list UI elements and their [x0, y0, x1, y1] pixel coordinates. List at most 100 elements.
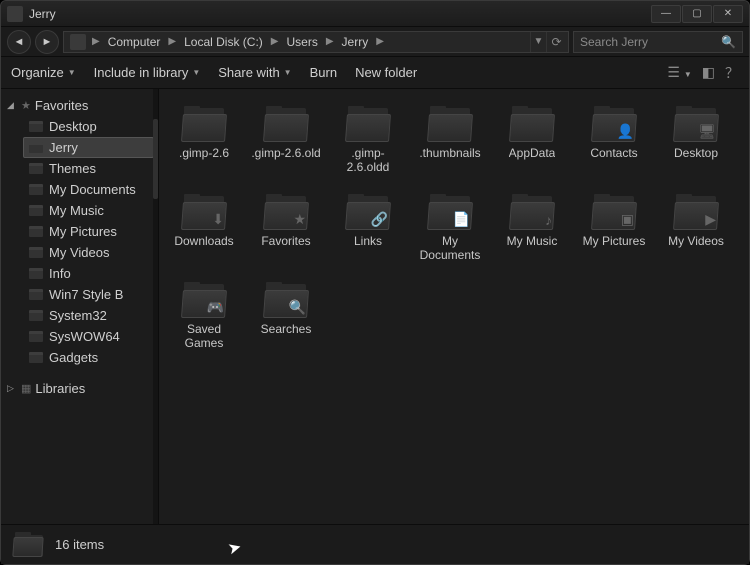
folder-item[interactable]: ▣My Pictures	[575, 185, 653, 269]
view-options-button[interactable]: ☰ ▼	[667, 64, 691, 81]
folder-item[interactable]: ★Favorites	[247, 185, 325, 269]
search-input[interactable]	[580, 35, 717, 49]
search-box[interactable]: 🔍	[573, 31, 743, 53]
sidebar-item-system32[interactable]: System32	[1, 305, 158, 326]
item-label: Links	[354, 234, 382, 248]
item-label: Favorites	[261, 234, 310, 248]
sidebar-item-label: Gadgets	[49, 350, 98, 365]
sidebar-scrollbar[interactable]	[153, 89, 158, 524]
overlay-icon: ▶	[705, 211, 716, 228]
minimize-button[interactable]: —	[651, 5, 681, 23]
folder-icon: 🎮	[180, 280, 228, 320]
sidebar: ◢ ★ Favorites Desktop JerryThemes My Docum…	[1, 89, 159, 524]
folder-icon	[29, 163, 43, 174]
folder-icon	[29, 142, 43, 153]
caret-down-icon: ▼	[68, 68, 76, 77]
sidebar-item-gadgets[interactable]: Gadgets	[1, 347, 158, 368]
sidebar-item-info[interactable]: Info	[1, 263, 158, 284]
folder-icon: 👤	[590, 104, 638, 144]
new-folder-button[interactable]: New folder	[355, 65, 417, 80]
items-grid: .gimp-2.6 .gimp-2.6.old .gimp-2.6.oldd.thu…	[165, 97, 743, 357]
library-icon: ▦	[21, 382, 31, 395]
include-in-library-menu[interactable]: Include in library▼	[94, 65, 201, 80]
status-count: 16 items	[55, 537, 104, 552]
status-folder-icon	[11, 531, 43, 559]
sidebar-item-desktop[interactable]: Desktop	[1, 116, 158, 137]
crumb-users[interactable]: Users	[280, 35, 323, 49]
content-pane[interactable]: .gimp-2.6 .gimp-2.6.old .gimp-2.6.oldd.thu…	[159, 89, 749, 524]
help-button[interactable]: ？	[725, 63, 739, 83]
sidebar-item-jerry[interactable]: Jerry	[23, 137, 154, 158]
folder-icon	[29, 226, 43, 237]
sidebar-item-my-documents[interactable]: My Documents	[1, 179, 158, 200]
folder-item[interactable]: AppData	[493, 97, 571, 181]
item-label: Saved Games	[168, 322, 240, 350]
breadcrumb[interactable]: ▶ Computer ▶ Local Disk (C:) ▶ Users ▶ J…	[63, 31, 569, 53]
folder-item[interactable]: ♪My Music	[493, 185, 571, 269]
folder-item[interactable]: ⬇Downloads	[165, 185, 243, 269]
burn-label: Burn	[310, 65, 337, 80]
close-button[interactable]: ✕	[713, 5, 743, 23]
favorites-header[interactable]: ◢ ★ Favorites	[1, 95, 158, 116]
folder-icon	[29, 121, 43, 132]
folder-item[interactable]: ▶My Videos	[657, 185, 735, 269]
sidebar-item-label: Info	[49, 266, 71, 281]
chevron-right-icon[interactable]: ▶	[90, 36, 102, 47]
app-icon	[7, 6, 23, 22]
folder-item[interactable]: 👤 Contacts	[575, 97, 653, 181]
breadcrumb-dropdown[interactable]: ▼	[530, 32, 546, 52]
sidebar-item-label: My Music	[49, 203, 104, 218]
sidebar-item-label: Desktop	[49, 119, 97, 134]
refresh-button[interactable]: ⟳	[546, 32, 566, 52]
crumb-computer[interactable]: Computer	[102, 35, 167, 49]
item-label: My Pictures	[583, 234, 646, 248]
body: ◢ ★ Favorites Desktop JerryThemes My Docum…	[1, 89, 749, 524]
maximize-button[interactable]: ▢	[682, 5, 712, 23]
sidebar-item-win7-style-b[interactable]: Win7 Style B	[1, 284, 158, 305]
crumb-jerry[interactable]: Jerry	[336, 35, 375, 49]
navbar: ◄ ► ▶ Computer ▶ Local Disk (C:) ▶ Users…	[1, 27, 749, 57]
sidebar-scroll-thumb[interactable]	[153, 119, 158, 199]
item-label: .gimp-2.6.old	[251, 146, 320, 160]
sidebar-item-my-pictures[interactable]: My Pictures	[1, 221, 158, 242]
folder-item[interactable]: 🖥Desktop	[657, 97, 735, 181]
folder-item[interactable]: 📄My Documents	[411, 185, 489, 269]
libraries-header[interactable]: ▷ ▦ Libraries	[1, 378, 158, 399]
search-icon: 🔍	[721, 35, 736, 49]
star-icon: ★	[21, 99, 31, 112]
share-with-menu[interactable]: Share with▼	[218, 65, 291, 80]
sidebar-item-my-music[interactable]: My Music	[1, 200, 158, 221]
sidebar-item-label: My Documents	[49, 182, 136, 197]
folder-icon	[180, 104, 228, 144]
back-button[interactable]: ◄	[7, 30, 31, 54]
folder-item[interactable]: .gimp-2.6	[165, 97, 243, 181]
crumb-drive[interactable]: Local Disk (C:)	[178, 35, 269, 49]
sidebar-item-my-videos[interactable]: My Videos	[1, 242, 158, 263]
preview-pane-button[interactable]: ◧	[702, 64, 715, 81]
item-label: Desktop	[674, 146, 718, 160]
chevron-right-icon[interactable]: ▶	[324, 36, 336, 47]
burn-button[interactable]: Burn	[310, 65, 337, 80]
sidebar-item-themes[interactable]: Themes	[1, 158, 158, 179]
sidebar-item-syswow64[interactable]: SysWOW64	[1, 326, 158, 347]
chevron-right-icon[interactable]: ▶	[269, 36, 281, 47]
favorites-list: Desktop JerryThemes My Documents My Music My…	[1, 116, 158, 368]
chevron-right-icon[interactable]: ▶	[166, 36, 178, 47]
expand-icon: ▷	[7, 383, 17, 394]
folder-item[interactable]: .thumbnails	[411, 97, 489, 181]
folder-item[interactable]: 🎮Saved Games	[165, 273, 243, 357]
folder-item[interactable]: .gimp-2.6.old	[247, 97, 325, 181]
chevron-right-icon[interactable]: ▶	[374, 36, 386, 47]
titlebar[interactable]: Jerry — ▢ ✕	[1, 1, 749, 27]
toolbar: Organize▼ Include in library▼ Share with…	[1, 57, 749, 89]
favorites-label: Favorites	[35, 98, 88, 113]
organize-menu[interactable]: Organize▼	[11, 65, 76, 80]
folder-icon	[29, 352, 43, 363]
include-label: Include in library	[94, 65, 189, 80]
folder-item[interactable]: 🔍Searches	[247, 273, 325, 357]
folder-item[interactable]: 🔗Links	[329, 185, 407, 269]
forward-button[interactable]: ►	[35, 30, 59, 54]
folder-item[interactable]: .gimp-2.6.oldd	[329, 97, 407, 181]
item-label: Contacts	[590, 146, 637, 160]
folder-icon	[426, 104, 474, 144]
